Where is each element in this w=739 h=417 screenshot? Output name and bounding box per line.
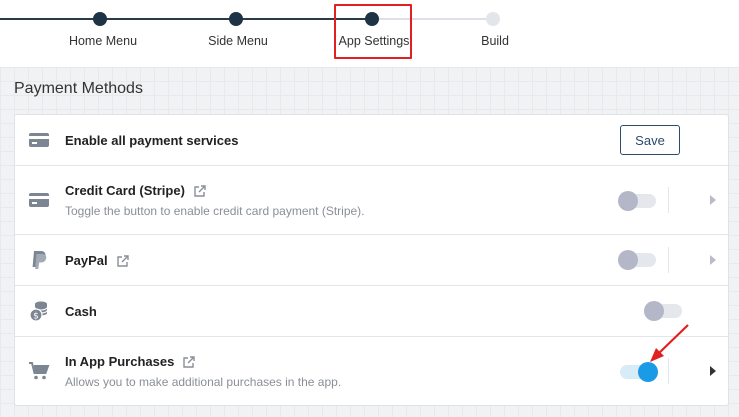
cash-toggle[interactable] xyxy=(644,301,682,321)
step-label: Home Menu xyxy=(68,34,138,48)
payment-row-title: Credit Card (Stripe) xyxy=(65,183,185,198)
coins-icon: $ xyxy=(27,301,51,322)
annotation-arrow-icon xyxy=(650,324,689,362)
svg-text:$: $ xyxy=(33,312,39,322)
payment-row-title-wrap: In App Purchases xyxy=(65,354,196,369)
enable-all-label: Enable all payment services xyxy=(65,133,239,148)
step-dot xyxy=(486,12,500,26)
row-divider xyxy=(668,187,669,213)
step-label: Build xyxy=(481,34,509,48)
external-link-icon[interactable] xyxy=(193,184,207,198)
section-title: Payment Methods xyxy=(14,80,143,97)
chevron-right-icon[interactable] xyxy=(710,255,716,265)
chevron-right-icon[interactable] xyxy=(710,366,716,376)
paypal-icon xyxy=(27,250,51,270)
enable-all-row: Enable all payment services Save xyxy=(15,115,728,166)
payment-row-description: Allows you to make additional purchases … xyxy=(65,375,342,389)
credit-card-icon xyxy=(27,190,51,210)
payment-row-cash: $ Cash xyxy=(15,286,728,337)
annotation-highlight-box xyxy=(334,4,412,59)
payment-methods-card: Enable all payment services Save Credit … xyxy=(14,114,729,406)
row-divider xyxy=(668,247,669,273)
payment-row-title-wrap: Credit Card (Stripe) xyxy=(65,183,207,198)
toggle-knob xyxy=(618,250,638,270)
payment-row-title: Cash xyxy=(65,304,97,319)
stepper-line-complete xyxy=(0,18,372,20)
payment-row-title: In App Purchases xyxy=(65,354,175,369)
save-button[interactable]: Save xyxy=(620,125,680,155)
external-link-icon[interactable] xyxy=(116,254,130,268)
payment-row-paypal: PayPal xyxy=(15,235,728,286)
credit-card-icon xyxy=(27,130,51,150)
payment-row-title-wrap: PayPal xyxy=(65,253,130,268)
paypal-toggle[interactable] xyxy=(618,250,656,270)
step-dot xyxy=(93,12,107,26)
external-link-icon[interactable] xyxy=(182,355,196,369)
toggle-knob xyxy=(618,191,638,211)
payment-row-credit-card: Credit Card (Stripe) Toggle the button t… xyxy=(15,166,728,235)
payment-row-in-app-purchases: In App Purchases Allows you to make addi… xyxy=(15,337,728,405)
progress-stepper: Home Menu Side Menu App Settings Build xyxy=(0,0,739,67)
chevron-right-icon[interactable] xyxy=(710,195,716,205)
credit-card-toggle[interactable] xyxy=(618,191,656,211)
payment-row-title: PayPal xyxy=(65,253,108,268)
toggle-knob xyxy=(644,301,664,321)
step-dot xyxy=(229,12,243,26)
payment-row-description: Toggle the button to enable credit card … xyxy=(65,204,365,218)
shopping-cart-icon xyxy=(27,361,51,381)
step-label: Side Menu xyxy=(208,34,268,48)
